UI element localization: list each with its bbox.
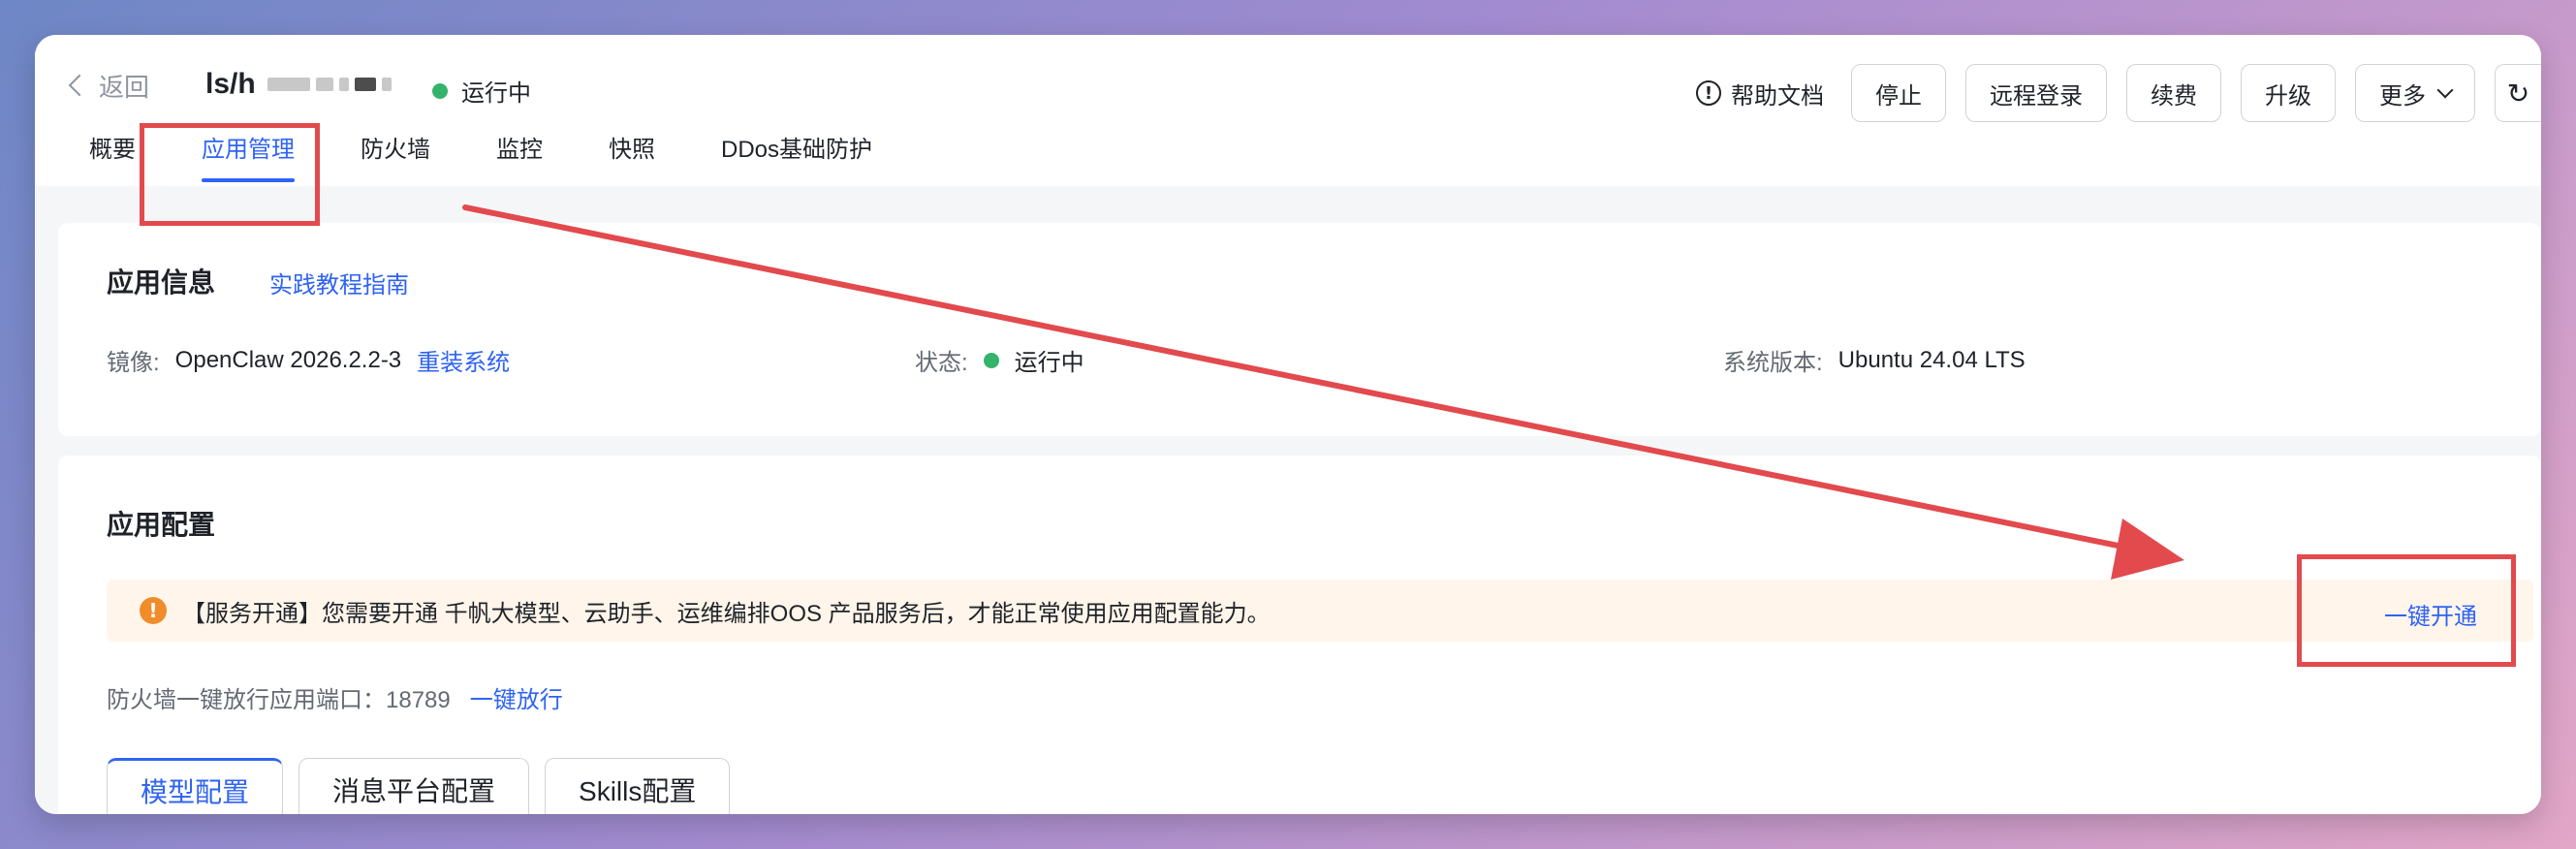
app-info-card: 应用信息 实践教程指南 镜像: OpenClaw 2026.2.2-3 重装系统…: [58, 223, 2541, 436]
remote-login-button[interactable]: 远程登录: [1965, 64, 2107, 122]
instance-name: ls/h: [205, 68, 392, 101]
status-dot-icon: [983, 352, 999, 368]
header-actions: ! 帮助文档 停止 远程登录 续费 升级 更多 ↻: [1696, 64, 2541, 122]
reinstall-link[interactable]: 重装系统: [417, 343, 510, 377]
firewall-port-text: 防火墙一键放行应用端口：18789: [107, 687, 451, 713]
tab-firewall[interactable]: 防火墙: [328, 130, 463, 182]
os-version-value: Ubuntu 24.04 LTS: [1838, 346, 2026, 373]
back-label: 返回: [99, 72, 150, 102]
status-label: 状态:: [915, 350, 968, 376]
tab-message-platform-config[interactable]: 消息平台配置: [298, 758, 530, 814]
help-docs-label: 帮助文档: [1731, 82, 1824, 110]
tab-overview[interactable]: 概要: [62, 130, 169, 182]
tab-model-config[interactable]: 模型配置: [107, 758, 284, 814]
info-icon: !: [1696, 80, 1721, 106]
upgrade-button[interactable]: 升级: [2241, 64, 2336, 122]
warning-icon: !: [140, 597, 167, 624]
app-config-title: 应用配置: [107, 510, 216, 540]
os-version-label: 系统版本:: [1723, 350, 1823, 376]
status-dot-icon: [432, 82, 448, 99]
firewall-port-line: 防火墙一键放行应用端口：18789 一键放行: [107, 680, 563, 714]
tab-skills-config[interactable]: Skills配置: [545, 758, 731, 814]
refresh-button[interactable]: ↻: [2495, 64, 2541, 122]
tab-app-management[interactable]: 应用管理: [169, 130, 328, 182]
image-field: 镜像: OpenClaw 2026.2.2-3 重装系统: [107, 343, 510, 377]
image-label: 镜像:: [107, 350, 160, 376]
renew-button[interactable]: 续费: [2126, 64, 2221, 122]
status-value: 运行中: [1014, 350, 1084, 376]
tab-monitoring[interactable]: 监控: [463, 130, 576, 182]
tab-snapshots[interactable]: 快照: [576, 130, 688, 182]
one-click-allow-link[interactable]: 一键放行: [470, 680, 563, 714]
chevron-down-icon: [2436, 81, 2454, 99]
instance-status-text: 运行中: [461, 80, 531, 107]
tab-ddos-protection[interactable]: DDos基础防护: [688, 130, 905, 182]
guide-link[interactable]: 实践教程指南: [269, 266, 409, 299]
help-docs-link[interactable]: ! 帮助文档: [1696, 77, 1832, 110]
chevron-left-icon: [68, 74, 91, 97]
os-version-field: 系统版本: Ubuntu 24.04 LTS: [1723, 343, 2026, 377]
image-value: OpenClaw 2026.2.2-3: [174, 346, 402, 373]
instance-status: 运行中: [432, 74, 531, 108]
more-button[interactable]: 更多: [2355, 64, 2475, 122]
redacted-text: [267, 78, 392, 91]
app-info-title: 应用信息: [107, 267, 216, 298]
app-config-card: 应用配置 ! 【服务开通】您需要开通 千帆大模型、云助手、运维编排OOS 产品服…: [58, 456, 2541, 814]
service-activation-banner: ! 【服务开通】您需要开通 千帆大模型、云助手、运维编排OOS 产品服务后，才能…: [107, 580, 2533, 642]
content-area: 应用信息 实践教程指南 镜像: OpenClaw 2026.2.2-3 重装系统…: [35, 186, 2541, 814]
one-click-activate-link[interactable]: 一键开通: [2384, 597, 2477, 631]
back-button[interactable]: 返回: [68, 64, 149, 107]
more-label: 更多: [2379, 82, 2426, 110]
refresh-icon: ↻: [2506, 77, 2530, 110]
stop-button[interactable]: 停止: [1851, 64, 1946, 122]
app-info-row: 镜像: OpenClaw 2026.2.2-3 重装系统 状态: 运行中 系统版…: [107, 343, 2541, 377]
config-tabs: 模型配置 消息平台配置 Skills配置: [107, 758, 731, 814]
instance-name-text: ls/h: [205, 68, 256, 100]
header: 返回 ls/h 运行中 ! 帮助文档 停止 远程登录 续费 升级 更多 ↻ 概要…: [35, 35, 2541, 186]
tab-bar: 概要 应用管理 防火墙 监控 快照 DDos基础防护: [62, 130, 905, 182]
app-window: 返回 ls/h 运行中 ! 帮助文档 停止 远程登录 续费 升级 更多 ↻ 概要…: [35, 35, 2541, 814]
status-field: 状态: 运行中: [915, 343, 1084, 377]
banner-text: 【服务开通】您需要开通 千帆大模型、云助手、运维编排OOS 产品服务后，才能正常…: [182, 600, 1271, 627]
